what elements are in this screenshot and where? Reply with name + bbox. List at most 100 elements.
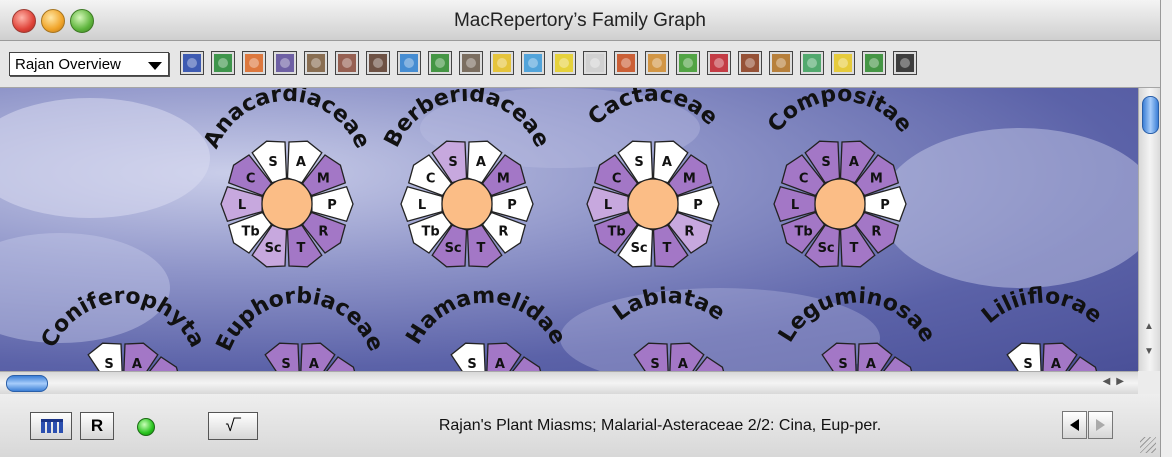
status-led-icon [137,418,155,436]
status-message: Rajan's Plant Miasms; Malarial-Asteracea… [438,417,882,434]
chart-icon [431,54,449,72]
toolbar-button-12[interactable] [521,51,545,75]
horizontal-scroll-thumb[interactable] [6,375,48,392]
family-graph-canvas[interactable]: S A M P R T Sc Tb L C Anacardiaceae S A M P R T Sc Tb L C Ber… [0,88,1138,371]
petal-label: Tb [608,225,626,240]
petal-label: C [246,172,256,187]
toolbar-button-14[interactable] [583,51,607,75]
petal-label: Sc [631,241,648,256]
toolbar-button-1[interactable] [180,51,204,75]
petal-label: A [132,357,142,371]
petal-label: T [849,241,858,256]
family-name-label: Hamamelidae [402,284,571,349]
toolbar-button-16[interactable] [645,51,669,75]
petal-label: L [418,198,426,213]
toolbar-button-13[interactable] [552,51,576,75]
petal-label: S [467,357,476,371]
toolbar-button-17[interactable] [676,51,700,75]
petal-label: Tb [422,225,440,240]
family-name-label: Liliiflorae [977,284,1106,329]
family-name-label: Euphorbiaceae [212,284,388,356]
petal-label: A [849,155,859,170]
petal-label: C [612,172,622,187]
scroll-up-arrow-icon[interactable]: ▲ [1144,321,1154,332]
petal-label: C [426,172,436,187]
toolbar-button-5[interactable] [304,51,328,75]
petal-label: P [327,198,337,213]
petal-label: S [821,155,830,170]
bars-icon [41,419,63,433]
chevron-down-icon [148,62,162,70]
horizontal-scroll-arrows[interactable]: ◀▶ [1103,376,1130,387]
family-flower-compositae[interactable]: S AMPRT Sc Tb LC Compositae [763,88,917,268]
flower-center [261,178,313,230]
r-button[interactable]: R [80,412,114,440]
family-flower-euphorbiaceae[interactable]: SAMEuphorbiaceae [212,284,388,371]
petal-label: S [448,155,457,170]
petal-label: Sc [445,241,462,256]
window-title: MacRepertory’s Family Graph [453,10,706,31]
toolbar-button-4[interactable] [273,51,297,75]
resize-grip-icon[interactable] [1140,437,1156,453]
family-graph-window: MacRepertory’s Family Graph Rajan Overvi… [0,0,1161,457]
toolbar-button-19[interactable] [738,51,762,75]
petal-label: S [281,357,290,371]
scroll-down-arrow-icon[interactable]: ▼ [1144,346,1154,357]
petal-label: L [604,198,612,213]
toolbar-button-24[interactable] [893,51,917,75]
toolbar-button-9[interactable] [428,51,452,75]
pear-icon [648,54,666,72]
toolbar-button-20[interactable] [769,51,793,75]
toolbar-button-21[interactable] [800,51,824,75]
toolbar-button-22[interactable] [831,51,855,75]
view-select[interactable]: Rajan Overview [9,52,169,76]
toolbar-button-10[interactable] [459,51,483,75]
petal-label: P [880,198,890,213]
blue-grid-icon [183,54,201,72]
toolbar-button-3[interactable] [242,51,266,75]
frog-icon [803,54,821,72]
family-flower-anacardiaceae[interactable]: S AMPRT Sc Tb LC Anacardiaceae [199,88,375,268]
petal-label: A [296,155,306,170]
spider-icon [896,54,914,72]
next-button[interactable] [1088,411,1113,439]
car-icon [865,54,883,72]
toolbar-button-6[interactable] [335,51,359,75]
petal-label: T [296,241,305,256]
stats-button[interactable] [30,412,72,440]
vertical-scrollbar[interactable]: ▲ ▼ [1138,88,1160,371]
petal-label: M [683,172,696,187]
toolbar-button-8[interactable] [397,51,421,75]
petal-label: T [476,241,485,256]
petal-label: Sc [818,241,835,256]
petal-label: L [791,198,799,213]
duck-icon [834,54,852,72]
petal-label: M [870,172,883,187]
petal-label: R [498,225,508,240]
toolbar-button-23[interactable] [862,51,886,75]
petal-label: R [871,225,881,240]
previous-button[interactable] [1062,411,1087,439]
family-flower-liliiflorae[interactable]: SAMLiliiflorae [977,284,1107,371]
petal-label: A [309,357,319,371]
petal-label: C [799,172,809,187]
toolbar-button-15[interactable] [614,51,638,75]
family-name-label: Compositae [763,88,917,137]
family-flower-hamamelidae[interactable]: SAMHamamelidae [402,284,571,371]
green-grid-icon [214,54,232,72]
sqrt-button[interactable]: √‾ [208,412,258,440]
toolbar-button-18[interactable] [707,51,731,75]
petal-label: Sc [265,241,282,256]
toolbar-button-7[interactable] [366,51,390,75]
horizontal-scrollbar[interactable]: ◀▶ [0,371,1138,394]
magnifier-icon [586,54,604,72]
face-icon [462,54,480,72]
view-select-value: Rajan Overview [15,56,121,73]
flower-center [627,178,679,230]
toolbar-button-11[interactable] [490,51,514,75]
petal-label: S [1023,357,1032,371]
color-grid-icon [245,54,263,72]
vertical-scroll-thumb[interactable] [1142,96,1159,134]
petal-label: A [495,357,505,371]
toolbar-button-2[interactable] [211,51,235,75]
